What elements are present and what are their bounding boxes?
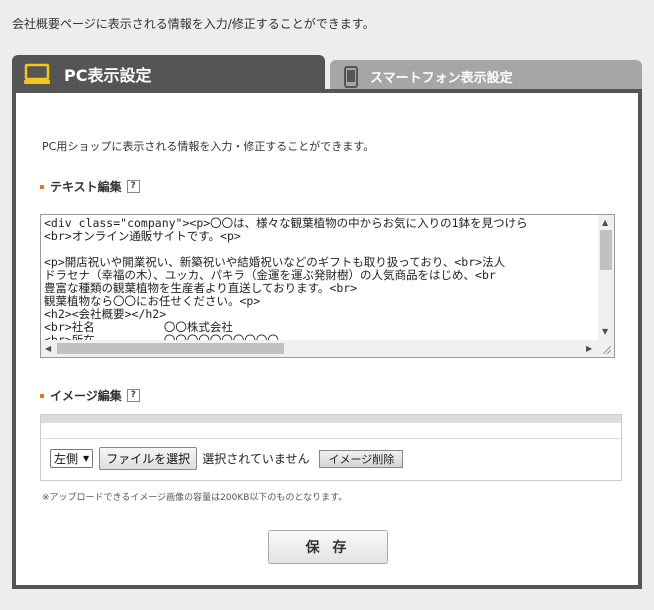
panel-description: PC用ショップに表示される情報を入力・修正することができます。 (42, 140, 375, 153)
tab-smartphone-label: スマートフォン表示設定 (370, 71, 513, 86)
file-status-text: 選択されていません (202, 452, 310, 466)
page-intro: 会社概要ページに表示される情報を入力/修正することができます。 (12, 17, 375, 31)
image-upload-box: 左側 ▼ ファイルを選択 選択されていません イメージ削除 (40, 414, 622, 481)
smartphone-icon (344, 65, 358, 88)
tab-pc-label: PC表示設定 (64, 66, 152, 85)
scroll-right-arrow-icon[interactable]: ▶ (586, 344, 592, 354)
help-icon[interactable]: ? (126, 389, 140, 402)
image-controls: 左側 ▼ ファイルを選択 選択されていません イメージ削除 (50, 447, 404, 470)
monitor-icon (24, 63, 50, 85)
horizontal-scroll-thumb[interactable] (57, 343, 284, 354)
save-button[interactable]: 保 存 (268, 530, 388, 564)
divider (41, 438, 621, 439)
chevron-down-icon: ▼ (83, 454, 90, 463)
settings-panel: PC用ショップに表示される情報を入力・修正することができます。 テキスト編集 ?… (12, 89, 642, 589)
image-box-header-bar (41, 415, 621, 423)
choose-file-button[interactable]: ファイルを選択 (99, 447, 198, 470)
bullet-icon (40, 184, 44, 189)
html-editor-textarea[interactable]: <div class="company"><p>〇〇は、様々な観葉植物の中からお… (40, 214, 615, 358)
image-align-value: 左側 (54, 452, 79, 466)
horizontal-scrollbar[interactable]: ◀ ▶ (41, 340, 598, 357)
help-icon[interactable]: ? (126, 180, 140, 193)
tab-pc-settings[interactable]: PC表示設定 (12, 55, 325, 93)
text-edit-heading: テキスト編集 ? (40, 178, 140, 195)
vertical-scroll-thumb[interactable] (600, 230, 612, 270)
text-edit-title: テキスト編集 (50, 180, 122, 194)
upload-size-note: ※アップロードできるイメージ画像の容量は200KB以下のものとなります。 (42, 493, 348, 503)
scroll-up-arrow-icon[interactable]: ▲ (602, 218, 608, 228)
resize-handle-icon[interactable] (597, 340, 614, 357)
image-edit-title: イメージ編集 (50, 389, 122, 403)
scroll-left-arrow-icon[interactable]: ◀ (45, 344, 51, 354)
bullet-icon (40, 393, 44, 398)
vertical-scrollbar[interactable]: ▲ ▼ (598, 215, 614, 341)
editor-content[interactable]: <div class="company"><p>〇〇は、様々な観葉植物の中からお… (44, 217, 596, 341)
scroll-down-arrow-icon[interactable]: ▼ (602, 327, 608, 337)
image-edit-heading: イメージ編集 ? (40, 387, 140, 404)
delete-image-button[interactable]: イメージ削除 (319, 449, 404, 468)
image-align-select[interactable]: 左側 ▼ (50, 449, 94, 468)
